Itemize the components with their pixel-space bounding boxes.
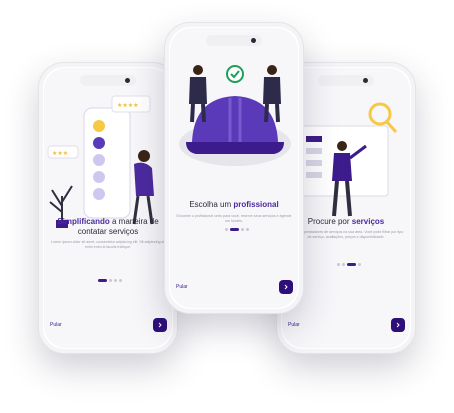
onboarding-description: Lorem ipsum dolor sit amet, consectetur … [50, 240, 166, 249]
chevron-right-icon [396, 322, 400, 328]
page-indicator [98, 279, 122, 282]
onboarding-title: Procure por serviços [286, 217, 406, 227]
chevron-right-icon [158, 322, 162, 328]
onboarding-title: Simplificando a maneira de contatar serv… [48, 217, 168, 237]
page-dot-active [347, 263, 356, 266]
next-button[interactable] [279, 280, 293, 294]
skip-button[interactable]: Pular [176, 284, 188, 290]
page-indicator [337, 263, 361, 266]
title-highlight: Simplificando [57, 217, 110, 226]
page-dot [109, 279, 112, 282]
chevron-right-icon [284, 284, 288, 290]
onboarding-phone-left: ★★★★ ★★★ Simplificando a maneira de cont… [38, 62, 178, 354]
onboarding-description: Encontre o profissional certo para você,… [176, 214, 292, 223]
page-indicator [225, 228, 249, 231]
page-dot [241, 228, 244, 231]
onboarding-description: Encontre prestadores de serviços na sua … [288, 230, 404, 239]
skip-button[interactable]: Pular [50, 322, 62, 328]
title-text: Procure por [307, 217, 352, 226]
page-dot [246, 228, 249, 231]
page-dot [119, 279, 122, 282]
page-dot [225, 228, 228, 231]
professional-illustration [179, 65, 291, 166]
page-dot [337, 263, 340, 266]
camera-icon [125, 78, 130, 83]
camera-icon [363, 78, 368, 83]
title-text: Escolha um [189, 200, 234, 209]
page-dot-active [98, 279, 107, 282]
phone-notch [318, 75, 374, 86]
onboarding-screen-1: ★★★★ ★★★ Simplificando a maneira de cont… [44, 68, 172, 348]
title-highlight: serviços [351, 217, 385, 226]
title-highlight: profissional [233, 200, 279, 209]
page-dot [342, 263, 345, 266]
page-dot [114, 279, 117, 282]
svg-text:★★★: ★★★ [52, 150, 68, 157]
camera-icon [251, 38, 256, 43]
svg-text:★★★★: ★★★★ [117, 102, 139, 109]
rating-illustration: ★★★★ ★★★ [47, 95, 154, 228]
next-button[interactable] [153, 318, 167, 332]
phone-notch [206, 35, 262, 46]
next-button[interactable] [391, 318, 405, 332]
page-dot [358, 263, 361, 266]
phone-notch [80, 75, 136, 86]
onboarding-phone-center: Escolha um profissional Encontre o profi… [164, 22, 304, 314]
skip-button[interactable]: Pular [288, 322, 300, 328]
page-dot-active [230, 228, 239, 231]
onboarding-title: Escolha um profissional [174, 200, 294, 210]
onboarding-screen-2: Escolha um profissional Encontre o profi… [170, 28, 298, 308]
